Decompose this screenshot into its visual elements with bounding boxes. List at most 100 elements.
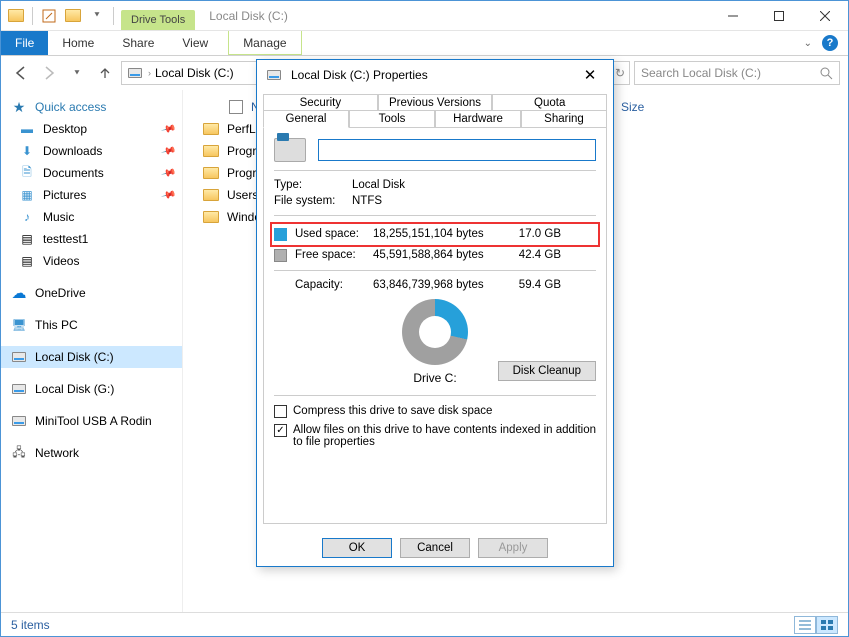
status-bar: 5 items — [1, 612, 848, 636]
used-space-highlight: Used space:18,255,151,104 bytes17.0 GB — [270, 222, 600, 247]
back-button[interactable] — [9, 61, 33, 85]
drive-icon — [265, 66, 283, 84]
dialog-close-button[interactable]: ✕ — [575, 66, 605, 84]
ok-button[interactable]: OK — [322, 538, 392, 558]
qat-new-folder-icon[interactable] — [62, 5, 84, 27]
sidebar-quick-access[interactable]: ★Quick access — [1, 96, 182, 118]
tab-quota[interactable]: Quota — [492, 94, 607, 111]
documents-icon: 🗎 — [19, 165, 35, 181]
contextual-tab-label: Drive Tools — [121, 10, 195, 30]
tab-previous-versions[interactable]: Previous Versions — [378, 94, 493, 111]
folder-icon — [203, 167, 219, 179]
pc-icon: 🖥 — [11, 317, 27, 333]
folder-icon: ▤ — [19, 231, 35, 247]
drive-icon — [126, 64, 144, 82]
apply-button[interactable]: Apply — [478, 538, 548, 558]
tab-view[interactable]: View — [168, 31, 222, 55]
used-bytes: 18,255,151,104 bytes — [373, 228, 503, 241]
search-input[interactable]: Search Local Disk (C:) — [634, 61, 840, 85]
dialog-titlebar[interactable]: Local Disk (C:) Properties ✕ — [257, 60, 613, 90]
free-gb: 42.4 GB — [503, 249, 561, 262]
indexing-label: Allow files on this drive to have conten… — [293, 424, 596, 448]
tab-general[interactable]: General — [263, 110, 349, 128]
sidebar-drive-c[interactable]: Local Disk (C:) — [1, 346, 182, 368]
help-icon[interactable]: ? — [822, 35, 838, 51]
tab-home[interactable]: Home — [48, 31, 108, 55]
music-icon: ♪ — [19, 209, 35, 225]
type-label: Type: — [274, 179, 352, 191]
volume-label-input[interactable] — [318, 139, 596, 161]
up-button[interactable] — [93, 61, 117, 85]
tab-sharing[interactable]: Sharing — [521, 110, 607, 128]
sidebar-item-videos[interactable]: ▤Videos — [1, 250, 182, 272]
capacity-gb: 59.4 GB — [503, 279, 561, 291]
window-title: Local Disk (C:) — [209, 9, 288, 23]
close-button[interactable] — [802, 1, 848, 31]
usage-pie-chart — [402, 299, 468, 365]
sidebar-drive-g[interactable]: Local Disk (G:) — [1, 378, 182, 400]
free-bytes: 45,591,588,864 bytes — [373, 249, 503, 262]
tab-tools[interactable]: Tools — [349, 110, 435, 128]
sidebar-item-testtest1[interactable]: ▤testtest1 — [1, 228, 182, 250]
breadcrumb-segment[interactable]: Local Disk (C:) — [155, 66, 234, 80]
compress-checkbox[interactable] — [274, 405, 287, 418]
item-count: 5 items — [11, 618, 50, 632]
refresh-icon[interactable]: ↻ — [615, 66, 625, 80]
window-titlebar: ⯆ Drive Tools Local Disk (C:) — [1, 1, 848, 31]
sidebar-item-documents[interactable]: 🗎Documents📌 — [1, 162, 182, 184]
sidebar-item-downloads[interactable]: ⬇Downloads📌 — [1, 140, 182, 162]
sidebar-item-music[interactable]: ♪Music — [1, 206, 182, 228]
maximize-button[interactable] — [756, 1, 802, 31]
navigation-pane: ★Quick access ▬Desktop📌 ⬇Downloads📌 🗎Doc… — [1, 90, 183, 612]
star-icon: ★ — [11, 99, 27, 115]
cancel-button[interactable]: Cancel — [400, 538, 470, 558]
folder-icon — [203, 189, 219, 201]
used-label: Used space: — [295, 228, 373, 241]
sidebar-item-desktop[interactable]: ▬Desktop📌 — [1, 118, 182, 140]
search-icon[interactable] — [819, 66, 833, 80]
view-large-button[interactable] — [816, 616, 838, 634]
capacity-label: Capacity: — [295, 279, 373, 291]
minimize-button[interactable] — [710, 1, 756, 31]
view-details-button[interactable] — [794, 616, 816, 634]
recent-dropdown[interactable]: ⯆ — [65, 61, 89, 85]
sidebar-onedrive[interactable]: ☁OneDrive — [1, 282, 182, 304]
used-gb: 17.0 GB — [503, 228, 561, 241]
app-icon — [5, 5, 27, 27]
tab-security[interactable]: Security — [263, 94, 378, 111]
download-icon: ⬇ — [19, 143, 35, 159]
sidebar-network[interactable]: 🖧Network — [1, 442, 182, 464]
qat-properties-icon[interactable] — [38, 5, 60, 27]
pin-icon: 📌 — [160, 121, 176, 137]
network-icon: 🖧 — [11, 445, 27, 461]
tab-hardware[interactable]: Hardware — [435, 110, 521, 128]
filesystem-value: NTFS — [352, 195, 382, 207]
column-size[interactable]: Size — [621, 100, 644, 114]
qat-dropdown-icon[interactable]: ⯆ — [86, 5, 108, 27]
sidebar-item-pictures[interactable]: ▦Pictures📌 — [1, 184, 182, 206]
compress-label: Compress this drive to save disk space — [293, 405, 492, 417]
free-color-swatch — [274, 249, 287, 262]
pictures-icon: ▦ — [19, 187, 35, 203]
indexing-checkbox[interactable]: ✓ — [274, 424, 287, 437]
cloud-icon: ☁ — [11, 285, 27, 301]
capacity-bytes: 63,846,739,968 bytes — [373, 279, 503, 291]
forward-button[interactable] — [37, 61, 61, 85]
filesystem-label: File system: — [274, 195, 352, 207]
ribbon-expand-icon[interactable]: ⌄ — [804, 38, 812, 49]
usb-icon — [11, 413, 27, 429]
type-value: Local Disk — [352, 179, 405, 191]
folder-icon — [203, 145, 219, 157]
select-all-checkbox[interactable] — [229, 100, 243, 114]
sidebar-this-pc[interactable]: 🖥This PC — [1, 314, 182, 336]
sidebar-drive-usb[interactable]: MiniTool USB A Rodin — [1, 410, 182, 432]
videos-icon: ▤ — [19, 253, 35, 269]
drive-icon — [11, 349, 27, 365]
disk-cleanup-button[interactable]: Disk Cleanup — [498, 361, 596, 381]
drive-icon — [11, 381, 27, 397]
tab-share[interactable]: Share — [108, 31, 168, 55]
tab-manage[interactable]: Manage — [228, 31, 301, 55]
desktop-icon: ▬ — [19, 121, 35, 137]
tab-file[interactable]: File — [1, 31, 48, 55]
search-placeholder: Search Local Disk (C:) — [641, 66, 761, 80]
